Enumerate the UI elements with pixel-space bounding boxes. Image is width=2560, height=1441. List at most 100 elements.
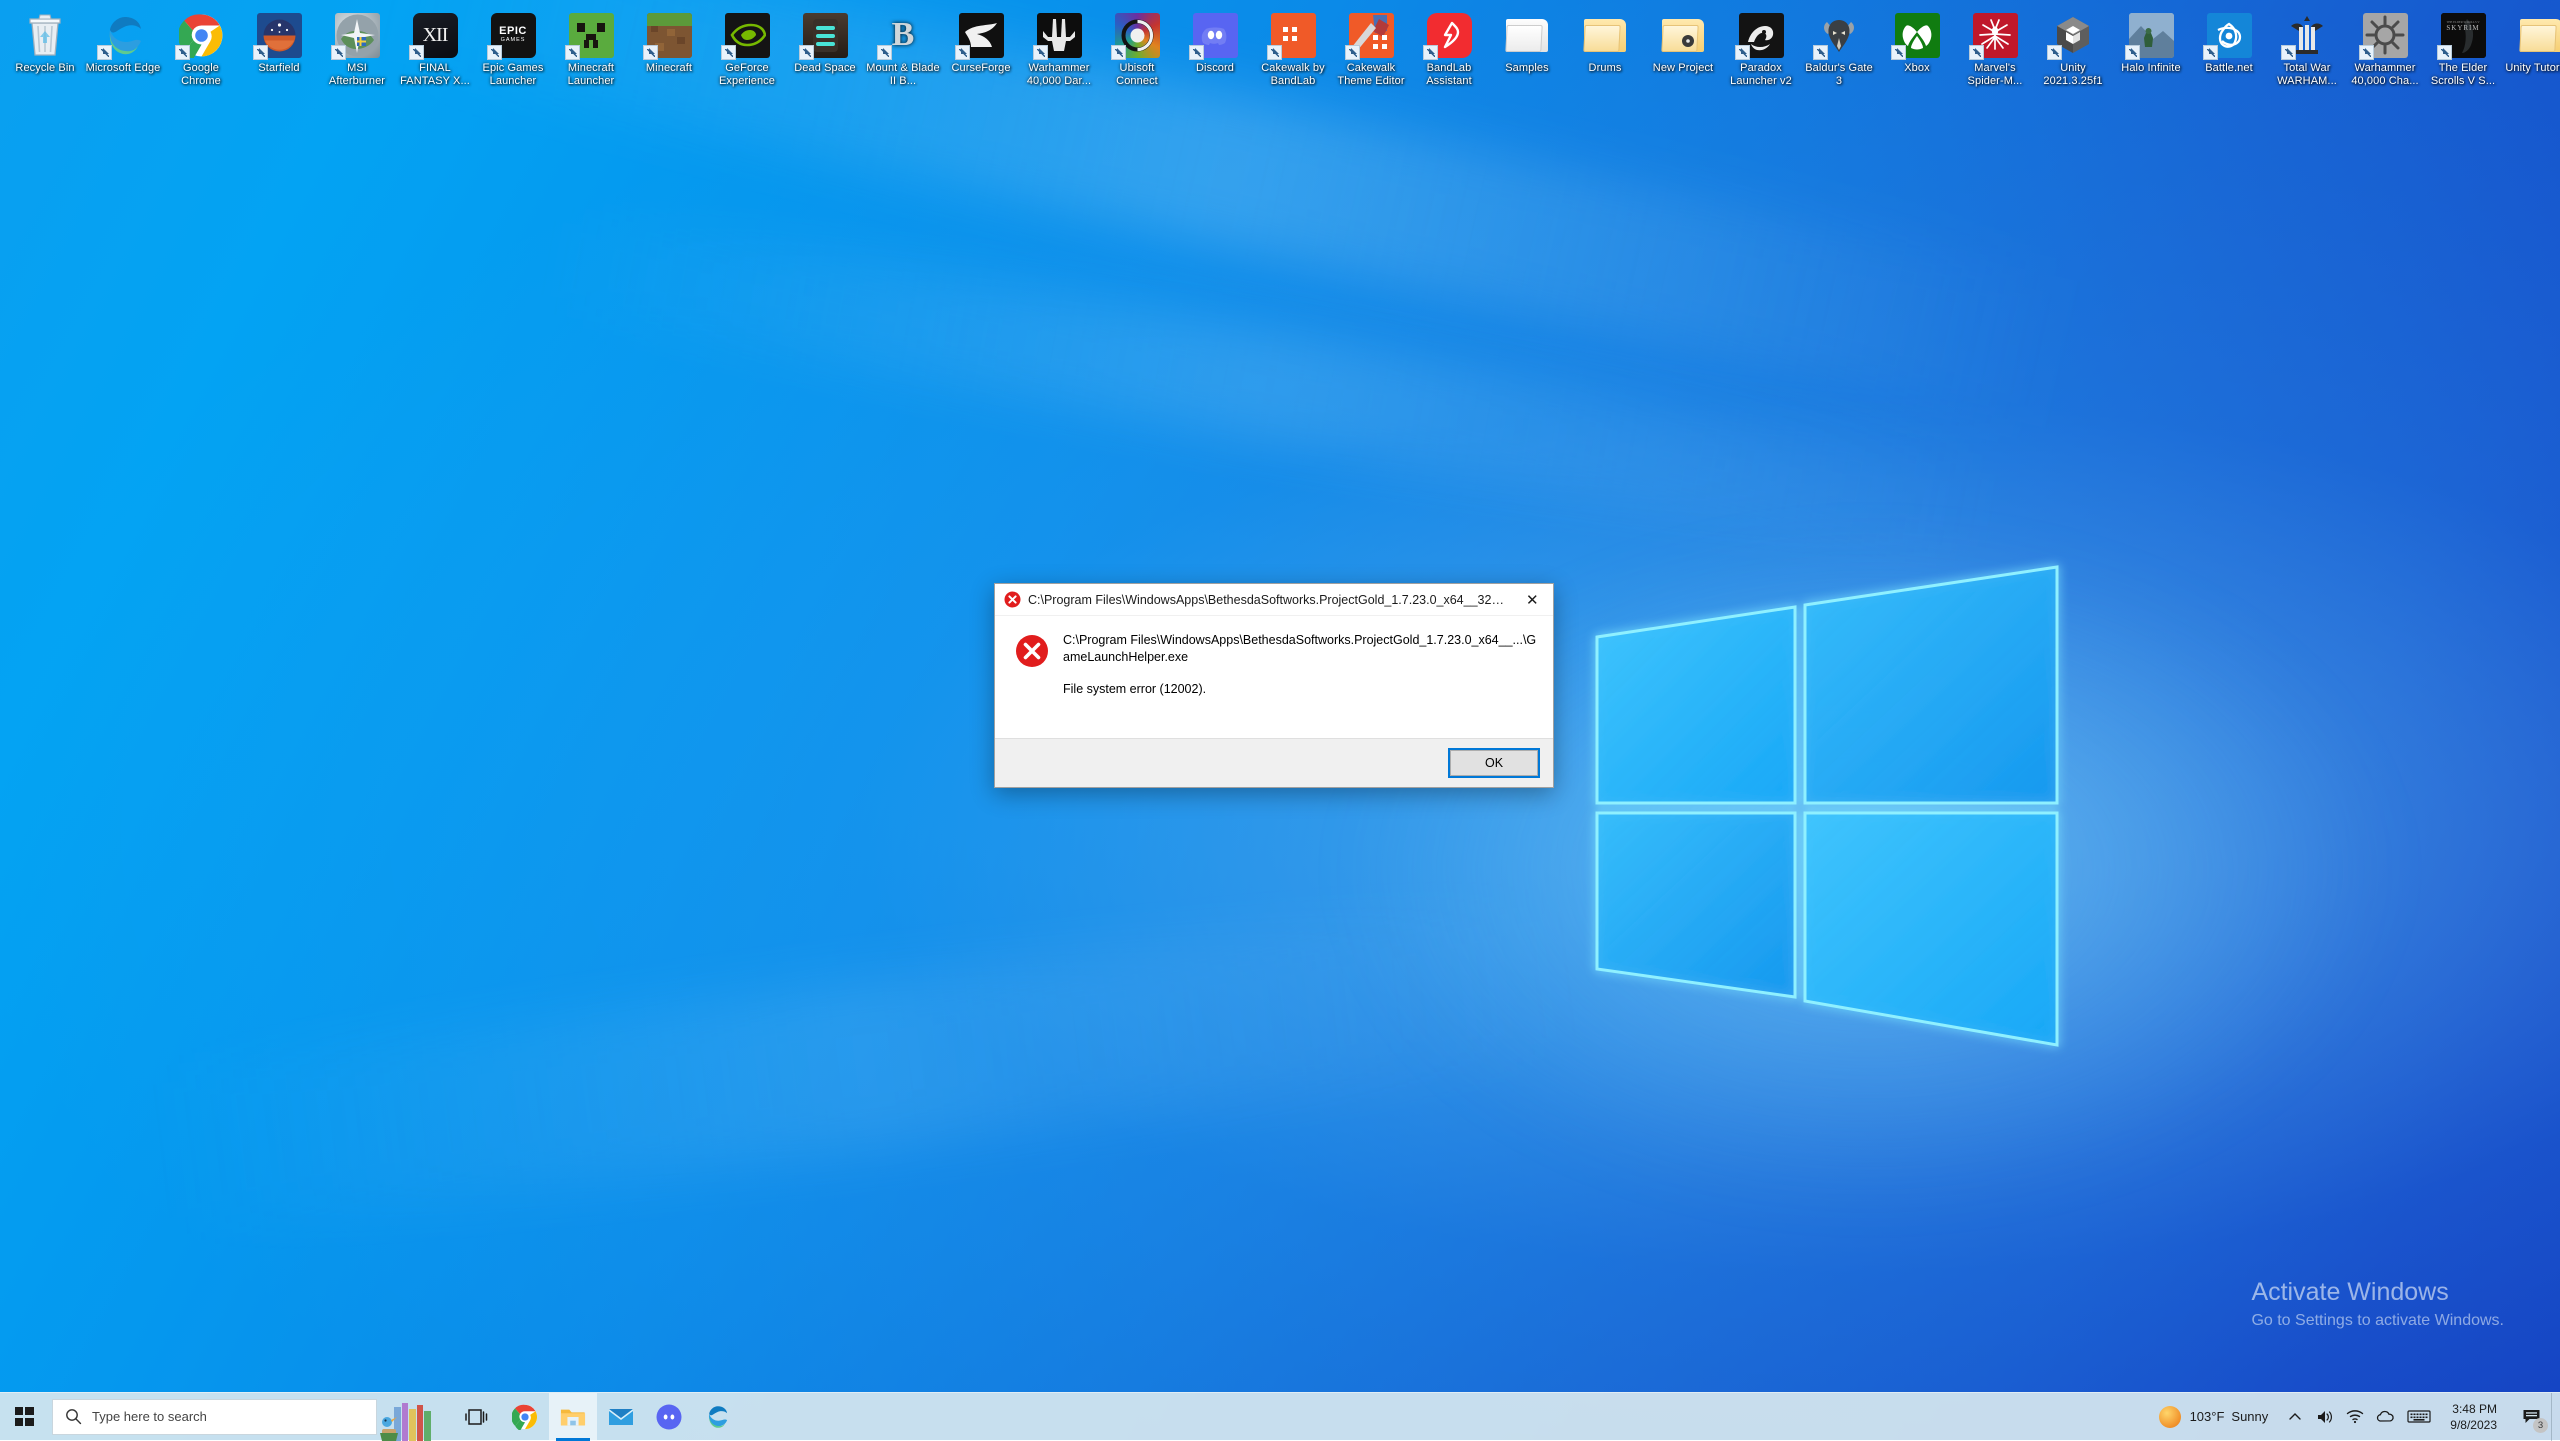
- taskbar-file-explorer[interactable]: [549, 1393, 597, 1441]
- desktop-icon-minecraft[interactable]: Minecraft: [630, 6, 708, 101]
- desktop-icon-final-fantasy-xii[interactable]: XII FINAL FANTASY X...: [396, 6, 474, 101]
- shortcut-overlay-icon: [487, 45, 502, 60]
- recycle-bin-icon: [21, 11, 69, 59]
- close-icon[interactable]: ✕: [1512, 584, 1553, 615]
- shortcut-overlay-icon: [175, 45, 190, 60]
- activate-windows-watermark: Activate Windows Go to Settings to activ…: [2251, 1277, 2504, 1332]
- action-center-button[interactable]: 3: [2511, 1393, 2551, 1441]
- shortcut-overlay-icon: [1267, 45, 1282, 60]
- error-dialog[interactable]: C:\Program Files\WindowsApps\BethesdaSof…: [994, 583, 1554, 788]
- shortcut-overlay-icon: [97, 45, 112, 60]
- desktop-icon-skyrim[interactable]: SKYRIM THE ELDER SCROLLS V The Elder Scr…: [2424, 6, 2502, 101]
- desktop-icon-geforce-experience[interactable]: GeForce Experience: [708, 6, 786, 101]
- desktop-icon-baldurs-gate-3[interactable]: Baldur's Gate 3: [1800, 6, 1878, 101]
- bandlab-assistant-icon: [1425, 11, 1473, 59]
- ok-button[interactable]: OK: [1450, 750, 1538, 776]
- desktop-icon-ubisoft-connect[interactable]: Ubisoft Connect: [1098, 6, 1176, 101]
- shortcut-overlay-icon: [1735, 45, 1750, 60]
- watermark-subtitle: Go to Settings to activate Windows.: [2251, 1310, 2504, 1332]
- desktop-icon-dead-space[interactable]: Dead Space: [786, 6, 864, 101]
- desktop-icon-label: Minecraft Launcher: [553, 62, 629, 87]
- desktop-icon-label: GeForce Experience: [709, 62, 785, 87]
- clock[interactable]: 3:48 PM 9/8/2023: [2438, 1393, 2511, 1441]
- paradox-launcher-icon: [1737, 11, 1785, 59]
- desktop-icon-label: Mount & Blade II B...: [865, 62, 941, 87]
- desktop-icon-curseforge[interactable]: CurseForge: [942, 6, 1020, 101]
- halo-infinite-icon: [2127, 11, 2175, 59]
- skyrim-icon: SKYRIM THE ELDER SCROLLS V: [2439, 11, 2487, 59]
- desktop-icon-label: Xbox: [1879, 62, 1955, 75]
- desktop-background[interactable]: Recycle Bin Microsoft Edge: [0, 0, 2560, 1440]
- shortcut-overlay-icon: [1033, 45, 1048, 60]
- system-tray: 103°F Sunny: [2149, 1393, 2560, 1441]
- desktop-icon-total-war-warhammer[interactable]: Total War WARHAM...: [2268, 6, 2346, 101]
- google-chrome-icon: [177, 11, 225, 59]
- desktop-icon-paradox-launcher[interactable]: Paradox Launcher v2: [1722, 6, 1800, 101]
- desktop-icon-cakewalk-theme-editor[interactable]: Cakewalk Theme Editor: [1332, 6, 1410, 101]
- spiderman-icon: [1971, 11, 2019, 59]
- shortcut-overlay-icon: [721, 45, 736, 60]
- desktop-icon-label: Dead Space: [787, 62, 863, 75]
- desktop-icon-google-chrome[interactable]: Google Chrome: [162, 6, 240, 101]
- taskbar-discord[interactable]: [645, 1393, 693, 1441]
- desktop-icon-grid: Recycle Bin Microsoft Edge: [6, 6, 2560, 101]
- taskbar-mail[interactable]: [597, 1393, 645, 1441]
- show-desktop-button[interactable]: [2551, 1393, 2560, 1441]
- desktop-icon-discord[interactable]: Discord: [1176, 6, 1254, 101]
- weather-temperature: 103°F: [2190, 1409, 2225, 1424]
- desktop-icon-bandlab-assistant[interactable]: BandLab Assistant: [1410, 6, 1488, 101]
- desktop-icon-label: The Elder Scrolls V S...: [2425, 62, 2501, 87]
- desktop-icon-label: Unity Tutorials: [2503, 62, 2560, 75]
- wallpaper-light-beam: [522, 201, 2018, 570]
- desktop-icon-microsoft-edge[interactable]: Microsoft Edge: [84, 6, 162, 101]
- desktop-icon-battlenet[interactable]: Battle.net: [2190, 6, 2268, 101]
- desktop-icon-marvels-spiderman[interactable]: Marvel's Spider-M...: [1956, 6, 2034, 101]
- desktop-icon-warhammer-chaos-gate[interactable]: Warhammer 40,000 Cha...: [2346, 6, 2424, 101]
- baldurs-gate-3-icon: [1815, 11, 1863, 59]
- taskbar-google-chrome[interactable]: [501, 1393, 549, 1441]
- desktop-icon-label: Marvel's Spider-M...: [1957, 62, 2033, 87]
- svg-text:THE ELDER SCROLLS V: THE ELDER SCROLLS V: [2446, 20, 2480, 24]
- desktop-icon-warhammer-darktide[interactable]: Warhammer 40,000 Dar...: [1020, 6, 1098, 101]
- desktop-icon-label: Battle.net: [2191, 62, 2267, 75]
- desktop-icon-cakewalk[interactable]: Cakewalk by BandLab: [1254, 6, 1332, 101]
- start-button[interactable]: [0, 1393, 48, 1441]
- desktop-icon-label: Baldur's Gate 3: [1801, 62, 1877, 87]
- desktop-icon-minecraft-launcher[interactable]: Minecraft Launcher: [552, 6, 630, 101]
- desktop-icon-mount-and-blade-2[interactable]: B Mount & Blade II B...: [864, 6, 942, 101]
- desktop-icon-unity-tutorials-folder[interactable]: Unity Tutorials: [2502, 6, 2560, 101]
- weather-widget[interactable]: 103°F Sunny: [2149, 1393, 2281, 1441]
- discord-icon: [656, 1404, 682, 1430]
- desktop-icon-recycle-bin[interactable]: Recycle Bin: [6, 6, 84, 101]
- desktop-icon-label: Starfield: [241, 62, 317, 75]
- desktop-icon-epic-games-launcher[interactable]: EPIC GAMES Epic Games Launcher: [474, 6, 552, 101]
- desktop-icon-unity[interactable]: Unity 2021.3.25f1: [2034, 6, 2112, 101]
- shortcut-overlay-icon: [1813, 45, 1828, 60]
- task-view-button[interactable]: [453, 1393, 501, 1441]
- show-hidden-icons-button[interactable]: [2280, 1393, 2310, 1441]
- desktop-icon-samples-folder[interactable]: Samples: [1488, 6, 1566, 101]
- msi-afterburner-icon: [333, 11, 381, 59]
- desktop-icon-drums-folder[interactable]: Drums: [1566, 6, 1644, 101]
- sun-icon: [2159, 1406, 2181, 1428]
- dialog-footer: OK: [995, 738, 1553, 787]
- shortcut-overlay-icon: [1423, 45, 1438, 60]
- microsoft-edge-icon: [704, 1404, 730, 1430]
- desktop-icon-new-project-folder[interactable]: New Project: [1644, 6, 1722, 101]
- dialog-titlebar[interactable]: C:\Program Files\WindowsApps\BethesdaSof…: [995, 584, 1553, 616]
- volume-button[interactable]: [2310, 1393, 2340, 1441]
- taskbar-microsoft-edge[interactable]: [693, 1393, 741, 1441]
- total-war-warhammer-icon: [2283, 11, 2331, 59]
- desktop-icon-xbox[interactable]: Xbox: [1878, 6, 1956, 101]
- dialog-title: C:\Program Files\WindowsApps\BethesdaSof…: [1028, 593, 1512, 607]
- onedrive-button[interactable]: [2370, 1393, 2400, 1441]
- windows-logo-icon: [15, 1407, 34, 1426]
- desktop-icon-halo-infinite[interactable]: Halo Infinite: [2112, 6, 2190, 101]
- search-input[interactable]: Type here to search: [52, 1399, 377, 1435]
- desktop-icon-starfield[interactable]: Starfield: [240, 6, 318, 101]
- taskbar: Type here to search: [0, 1392, 2560, 1440]
- desktop-icon-msi-afterburner[interactable]: MSI Afterburner: [318, 6, 396, 101]
- touch-keyboard-button[interactable]: [2400, 1393, 2438, 1441]
- taskbar-news-and-interests[interactable]: [377, 1393, 453, 1441]
- network-button[interactable]: [2340, 1393, 2370, 1441]
